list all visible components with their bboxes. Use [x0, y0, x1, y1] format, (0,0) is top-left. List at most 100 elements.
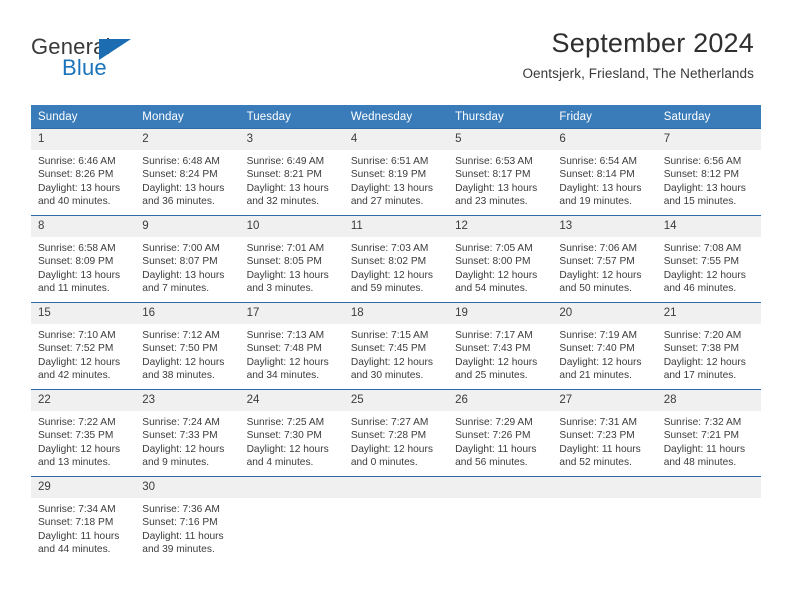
day-cell-inner: 4 Sunrise: 6:51 AM Sunset: 8:19 PM Daylight… — [343, 129, 449, 215]
day-number: 1 — [31, 129, 136, 150]
sunset-text: Sunset: 7:23 PM — [559, 430, 635, 442]
sunset-text: Sunset: 7:30 PM — [246, 430, 322, 442]
day-details: Sunrise: 6:54 AM Sunset: 8:14 PM Daylight:… — [552, 150, 656, 209]
day-cell-inner: 10 Sunrise: 7:01 AM Sunset: 8:05 PM Dayligh… — [239, 216, 344, 302]
day-number: 3 — [239, 129, 344, 150]
sunrise-text: Sunrise: 7:19 AM — [559, 330, 637, 341]
calendar-week-row: 22 Sunrise: 7:22 AM Sunset: 7:35 PM Dayligh… — [31, 389, 761, 477]
day-cell-inner — [343, 477, 449, 563]
calendar-day-cell[interactable]: 9 Sunrise: 7:00 AM Sunset: 8:07 PM Daylight… — [135, 215, 240, 303]
calendar-day-cell-empty — [448, 476, 553, 563]
daylight-text-line2: and 9 minutes. — [142, 457, 210, 469]
sunset-text: Sunset: 7:52 PM — [38, 343, 114, 355]
calendar-day-cell[interactable]: 29 Sunrise: 7:34 AM Sunset: 7:18 PM Dayligh… — [31, 476, 136, 563]
daylight-text-line2: and 39 minutes. — [142, 544, 215, 556]
daylight-text-line1: Daylight: 12 hours — [38, 443, 121, 455]
day-number: 13 — [552, 216, 657, 237]
calendar-day-cell[interactable]: 4 Sunrise: 6:51 AM Sunset: 8:19 PM Daylight… — [343, 128, 449, 216]
calendar-header-row: Sunday Monday Tuesday Wednesday Thursday… — [31, 105, 761, 129]
sunrise-text: Sunrise: 7:32 AM — [663, 417, 742, 428]
calendar-day-cell[interactable]: 25 Sunrise: 7:27 AM Sunset: 7:28 PM Dayligh… — [343, 389, 449, 477]
calendar-day-cell[interactable]: 18 Sunrise: 7:15 AM Sunset: 7:45 PM Dayligh… — [343, 302, 449, 390]
daylight-text-line1: Daylight: 12 hours — [663, 269, 746, 281]
daylight-text-line2: and 27 minutes. — [350, 196, 424, 208]
daylight-text-line2: and 25 minutes. — [455, 370, 528, 382]
daylight-text-line2: and 4 minutes. — [246, 457, 314, 469]
day-cell-inner — [552, 477, 657, 563]
day-details: Sunrise: 7:20 AM Sunset: 7:38 PM Daylight:… — [657, 324, 761, 383]
sunset-text: Sunset: 8:21 PM — [246, 169, 322, 181]
day-details: Sunrise: 7:10 AM Sunset: 7:52 PM Daylight:… — [31, 324, 135, 383]
calendar-day-cell[interactable]: 20 Sunrise: 7:19 AM Sunset: 7:40 PM Dayligh… — [552, 302, 657, 390]
weekday-header-thursday: Thursday — [448, 105, 553, 129]
calendar-day-cell[interactable]: 30 Sunrise: 7:36 AM Sunset: 7:16 PM Dayligh… — [135, 476, 240, 563]
day-details: Sunrise: 7:27 AM Sunset: 7:28 PM Daylight:… — [344, 411, 448, 470]
sunrise-text: Sunrise: 7:22 AM — [38, 417, 116, 428]
day-cell-inner: 19 Sunrise: 7:17 AM Sunset: 7:43 PM Dayligh… — [448, 303, 553, 389]
sunset-text: Sunset: 7:33 PM — [142, 430, 218, 442]
day-number: 24 — [239, 390, 344, 411]
daylight-text-line2: and 59 minutes. — [350, 283, 424, 295]
calendar-day-cell[interactable]: 13 Sunrise: 7:06 AM Sunset: 7:57 PM Dayligh… — [552, 215, 657, 303]
day-details: Sunrise: 7:34 AM Sunset: 7:18 PM Daylight:… — [31, 498, 135, 557]
calendar-day-cell[interactable]: 5 Sunrise: 6:53 AM Sunset: 8:17 PM Daylight… — [448, 128, 553, 216]
calendar-day-cell[interactable]: 12 Sunrise: 7:05 AM Sunset: 8:00 PM Dayligh… — [448, 215, 553, 303]
daylight-text-line1: Daylight: 13 hours — [246, 182, 329, 194]
daylight-text-line1: Daylight: 12 hours — [559, 269, 642, 281]
calendar-day-cell[interactable]: 11 Sunrise: 7:03 AM Sunset: 8:02 PM Dayligh… — [343, 215, 449, 303]
calendar-day-cell[interactable]: 6 Sunrise: 6:54 AM Sunset: 8:14 PM Daylight… — [552, 128, 657, 216]
sunrise-text: Sunrise: 7:15 AM — [350, 330, 429, 341]
day-number: 18 — [343, 303, 449, 324]
sunrise-text: Sunrise: 7:17 AM — [455, 330, 533, 341]
calendar-day-cell[interactable]: 17 Sunrise: 7:13 AM Sunset: 7:48 PM Dayligh… — [239, 302, 344, 390]
daylight-text-line1: Daylight: 13 hours — [455, 182, 538, 194]
day-number — [343, 477, 449, 498]
calendar-day-cell[interactable]: 16 Sunrise: 7:12 AM Sunset: 7:50 PM Dayligh… — [135, 302, 240, 390]
day-number: 30 — [135, 477, 240, 498]
sunrise-text: Sunrise: 7:29 AM — [455, 417, 533, 428]
calendar-day-cell[interactable]: 8 Sunrise: 6:58 AM Sunset: 8:09 PM Daylight… — [31, 215, 136, 303]
day-cell-inner: 30 Sunrise: 7:36 AM Sunset: 7:16 PM Dayligh… — [135, 477, 240, 563]
calendar-day-cell[interactable]: 22 Sunrise: 7:22 AM Sunset: 7:35 PM Dayligh… — [31, 389, 136, 477]
calendar-day-cell[interactable]: 23 Sunrise: 7:24 AM Sunset: 7:33 PM Dayligh… — [135, 389, 240, 477]
day-cell-inner: 21 Sunrise: 7:20 AM Sunset: 7:38 PM Dayligh… — [656, 303, 761, 389]
daylight-text-line2: and 19 minutes. — [559, 196, 632, 208]
calendar-day-cell[interactable]: 19 Sunrise: 7:17 AM Sunset: 7:43 PM Dayligh… — [448, 302, 553, 390]
daylight-text-line2: and 54 minutes. — [455, 283, 528, 295]
day-details: Sunrise: 6:53 AM Sunset: 8:17 PM Daylight:… — [448, 150, 552, 209]
day-number: 7 — [656, 129, 761, 150]
calendar-day-cell[interactable]: 21 Sunrise: 7:20 AM Sunset: 7:38 PM Dayligh… — [656, 302, 761, 390]
sunset-text: Sunset: 8:00 PM — [455, 256, 531, 268]
day-number: 5 — [448, 129, 553, 150]
sunrise-text: Sunrise: 7:31 AM — [559, 417, 637, 428]
day-details: Sunrise: 7:06 AM Sunset: 7:57 PM Daylight:… — [552, 237, 656, 296]
calendar-day-cell[interactable]: 1 Sunrise: 6:46 AM Sunset: 8:26 PM Daylight… — [31, 128, 136, 216]
calendar-day-cell[interactable]: 10 Sunrise: 7:01 AM Sunset: 8:05 PM Dayligh… — [239, 215, 344, 303]
sunset-text: Sunset: 7:57 PM — [559, 256, 635, 268]
calendar-day-cell[interactable]: 24 Sunrise: 7:25 AM Sunset: 7:30 PM Dayligh… — [239, 389, 344, 477]
calendar-day-cell[interactable]: 3 Sunrise: 6:49 AM Sunset: 8:21 PM Daylight… — [239, 128, 344, 216]
calendar-day-cell[interactable]: 28 Sunrise: 7:32 AM Sunset: 7:21 PM Dayligh… — [656, 389, 761, 477]
day-cell-inner: 17 Sunrise: 7:13 AM Sunset: 7:48 PM Dayligh… — [239, 303, 344, 389]
daylight-text-line1: Daylight: 13 hours — [38, 182, 121, 194]
calendar-day-cell[interactable]: 15 Sunrise: 7:10 AM Sunset: 7:52 PM Dayligh… — [31, 302, 136, 390]
sunrise-text: Sunrise: 7:00 AM — [142, 243, 220, 254]
calendar-day-cell[interactable]: 14 Sunrise: 7:08 AM Sunset: 7:55 PM Dayligh… — [656, 215, 761, 303]
sunrise-text: Sunrise: 7:10 AM — [38, 330, 116, 341]
calendar-day-cell[interactable]: 2 Sunrise: 6:48 AM Sunset: 8:24 PM Daylight… — [135, 128, 240, 216]
day-details: Sunrise: 7:32 AM Sunset: 7:21 PM Daylight:… — [657, 411, 761, 470]
calendar-day-cell-empty — [239, 476, 344, 563]
calendar-day-cell[interactable]: 7 Sunrise: 6:56 AM Sunset: 8:12 PM Daylight… — [656, 128, 761, 216]
day-details: Sunrise: 7:13 AM Sunset: 7:48 PM Daylight:… — [240, 324, 344, 383]
calendar-day-cell[interactable]: 27 Sunrise: 7:31 AM Sunset: 7:23 PM Dayligh… — [552, 389, 657, 477]
calendar-week-row: 8 Sunrise: 6:58 AM Sunset: 8:09 PM Daylight… — [31, 215, 761, 303]
brand-logo[interactable]: General Blue — [31, 34, 231, 82]
day-details: Sunrise: 7:01 AM Sunset: 8:05 PM Daylight:… — [240, 237, 344, 296]
day-cell-inner: 15 Sunrise: 7:10 AM Sunset: 7:52 PM Dayligh… — [31, 303, 136, 389]
day-details: Sunrise: 7:08 AM Sunset: 7:55 PM Daylight:… — [657, 237, 761, 296]
daylight-text-line2: and 15 minutes. — [663, 196, 737, 208]
day-cell-inner: 20 Sunrise: 7:19 AM Sunset: 7:40 PM Dayligh… — [552, 303, 657, 389]
calendar-day-cell[interactable]: 26 Sunrise: 7:29 AM Sunset: 7:26 PM Dayligh… — [448, 389, 553, 477]
sunset-text: Sunset: 8:05 PM — [246, 256, 322, 268]
day-details: Sunrise: 7:25 AM Sunset: 7:30 PM Daylight:… — [240, 411, 344, 470]
